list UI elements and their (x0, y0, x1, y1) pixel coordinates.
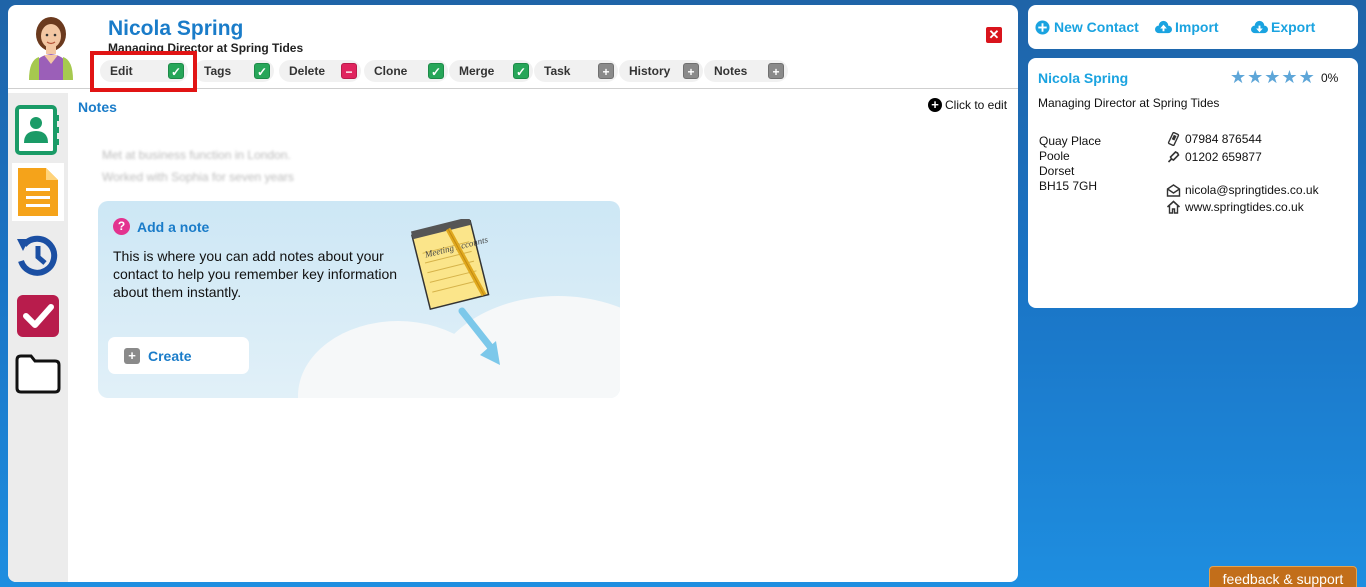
contact-card-icon (15, 105, 59, 155)
star-icon[interactable]: ★ (1299, 68, 1315, 86)
add-note-title: Add a note (137, 218, 210, 235)
sidebar-item-history[interactable] (12, 227, 64, 285)
plus-icon: + (124, 347, 140, 364)
contact-summary-card: Nicola Spring ★ ★ ★ ★ ★ 0% Managing Dire… (1028, 58, 1358, 308)
check-icon: ✓ (168, 63, 184, 79)
contact-title: Managing Director at Spring Tides (108, 41, 304, 55)
email-info: nicola@springtides.co.uk (1166, 183, 1319, 197)
add-note-description: This is where you can add notes about yo… (113, 248, 398, 300)
top-links-bar: New Contact Import Export (1028, 5, 1358, 49)
export-link[interactable]: Export (1251, 19, 1315, 35)
history-label: History (629, 64, 671, 78)
phone-info: 01202 659877 (1166, 150, 1262, 164)
add-note-heading: ? Add a note (113, 218, 209, 235)
sidebar-item-notes[interactable] (12, 163, 64, 221)
export-label: Export (1271, 19, 1316, 35)
phone-icon (1167, 151, 1180, 163)
rating-stars[interactable]: ★ ★ ★ ★ ★ (1230, 68, 1315, 86)
cloud-download-icon (1251, 20, 1268, 33)
star-icon[interactable]: ★ (1247, 68, 1263, 86)
note-line: Met at business function in London. (102, 148, 291, 162)
click-to-edit-label: Click to edit (945, 98, 1008, 112)
minus-icon: − (341, 63, 357, 79)
notes-title: Notes (78, 99, 117, 115)
rating-percent: 0% (1321, 71, 1339, 85)
address-line: Poole (1039, 149, 1070, 163)
close-icon[interactable]: ✕ (986, 27, 1002, 43)
import-link[interactable]: Import (1155, 19, 1219, 35)
add-note-panel: ? Add a note This is where you can add n… (98, 201, 620, 398)
home-icon (1166, 200, 1181, 214)
delete-label: Delete (289, 64, 326, 78)
plus-circle-icon (1035, 19, 1050, 35)
mobile-phone-icon (1167, 132, 1180, 146)
import-label: Import (1175, 19, 1219, 35)
mobile-number[interactable]: 07984 876544 (1185, 132, 1262, 146)
mobile-info: 07984 876544 (1166, 132, 1262, 146)
help-icon: ? (113, 218, 130, 235)
edit-label: Edit (110, 64, 133, 78)
check-icon: ✓ (254, 63, 270, 79)
notepad-illustration-icon: Meeting Accounts (410, 219, 500, 365)
sidebar-item-files[interactable] (12, 345, 64, 403)
history-icon (17, 235, 58, 276)
contact-panel: Nicola Spring Managing Director at Sprin… (8, 5, 1018, 582)
feedback-button[interactable]: feedback & support (1209, 566, 1357, 587)
create-note-button[interactable]: + Create (108, 337, 249, 374)
star-icon[interactable]: ★ (1281, 68, 1297, 86)
card-contact-name[interactable]: Nicola Spring (1038, 70, 1128, 86)
new-contact-label: New Contact (1054, 19, 1139, 35)
contact-header: Nicola Spring Managing Director at Sprin… (8, 5, 1018, 92)
email-address[interactable]: nicola@springtides.co.uk (1185, 183, 1319, 197)
notes-button[interactable]: Notes + (704, 60, 788, 82)
plus-icon: + (598, 63, 614, 79)
cloud-upload-icon (1155, 20, 1172, 33)
task-label: Task (544, 64, 571, 78)
address-line: BH15 7GH (1039, 179, 1098, 193)
star-icon[interactable]: ★ (1264, 68, 1280, 86)
website-info: www.springtides.co.uk (1166, 200, 1304, 214)
sidebar (8, 93, 68, 582)
email-icon (1166, 184, 1181, 197)
plus-icon: + (683, 63, 699, 79)
merge-label: Merge (459, 64, 495, 78)
sidebar-item-contact[interactable] (12, 101, 64, 159)
avatar (29, 17, 73, 80)
clone-label: Clone (374, 64, 408, 78)
plus-circle-icon: + (928, 98, 942, 112)
create-label: Create (148, 347, 192, 364)
delete-button[interactable]: Delete − (279, 60, 361, 82)
merge-button[interactable]: Merge ✓ (449, 60, 533, 82)
check-icon: ✓ (428, 63, 444, 79)
task-check-icon (17, 295, 59, 337)
tags-button[interactable]: Tags ✓ (194, 60, 274, 82)
sidebar-item-tasks[interactable] (12, 287, 64, 345)
tags-label: Tags (204, 64, 232, 78)
card-contact-title: Managing Director at Spring Tides (1038, 96, 1220, 110)
contact-name: Nicola Spring (108, 17, 244, 40)
task-button[interactable]: Task + (534, 60, 618, 82)
clone-button[interactable]: Clone ✓ (364, 60, 448, 82)
notes-label: Notes (714, 64, 748, 78)
phone-number[interactable]: 01202 659877 (1185, 150, 1262, 164)
star-icon[interactable]: ★ (1230, 68, 1246, 86)
plus-icon: + (768, 63, 784, 79)
folder-icon (15, 354, 61, 394)
history-button[interactable]: History + (619, 60, 703, 82)
address-line: Dorset (1039, 164, 1075, 178)
click-to-edit[interactable]: + Click to edit (928, 98, 1007, 112)
edit-button[interactable]: Edit ✓ (100, 60, 188, 82)
document-icon (18, 168, 58, 216)
check-icon: ✓ (513, 63, 529, 79)
website-link[interactable]: www.springtides.co.uk (1185, 200, 1304, 214)
address-line: Quay Place (1039, 134, 1102, 148)
new-contact-link[interactable]: New Contact (1034, 19, 1139, 35)
note-line: Worked with Sophia for seven years (102, 170, 294, 184)
